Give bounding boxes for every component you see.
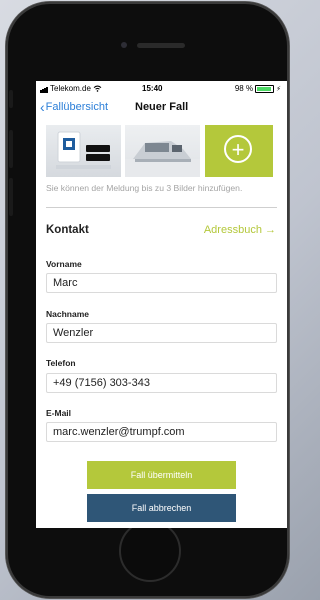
- email-field[interactable]: marc.wenzler@trumpf.com: [46, 422, 277, 442]
- firstname-label: Vorname: [46, 259, 82, 269]
- firstname-field[interactable]: Marc: [46, 273, 277, 293]
- back-button[interactable]: ‹ Fallübersicht: [40, 100, 108, 114]
- contact-section-title: Kontakt: [46, 224, 89, 236]
- photo-thumbnail-1[interactable]: [46, 125, 121, 177]
- photo-thumbnail-2[interactable]: [125, 125, 200, 177]
- status-bar: Telekom.de 15:40 98 % ⚡: [36, 81, 287, 97]
- wifi-icon: [93, 85, 102, 92]
- status-time: 15:40: [142, 84, 163, 93]
- phone-frame: Telekom.de 15:40 98 % ⚡ ‹ Fallübersicht …: [6, 2, 289, 598]
- charging-icon: ⚡: [276, 85, 281, 93]
- home-button[interactable]: [119, 520, 181, 582]
- lastname-field[interactable]: Wenzler: [46, 323, 277, 343]
- phone-field[interactable]: +49 (7156) 303-343: [46, 373, 277, 393]
- battery-percent: 98 %: [234, 84, 254, 93]
- battery-icon: [255, 84, 275, 93]
- machine-photo-image: [125, 141, 200, 177]
- photo-hint: Sie können der Meldung bis zu 3 Bilder h…: [46, 183, 243, 193]
- volume-up-button: [9, 130, 13, 168]
- app-store-image: [56, 131, 111, 169]
- cancel-case-button[interactable]: Fall abbrechen: [87, 494, 236, 522]
- address-book-link[interactable]: Adressbuch →: [204, 224, 276, 236]
- add-photo-button[interactable]: +: [205, 125, 273, 177]
- volume-down-button: [9, 178, 13, 216]
- app-screen: Telekom.de 15:40 98 % ⚡ ‹ Fallübersicht …: [36, 81, 287, 528]
- signal-icon: [40, 84, 48, 93]
- chevron-left-icon: ‹: [40, 99, 45, 115]
- lastname-label: Nachname: [46, 309, 89, 319]
- navigation-bar: ‹ Fallübersicht Neuer Fall: [36, 97, 287, 121]
- earpiece-speaker: [137, 43, 185, 48]
- front-camera: [121, 42, 127, 48]
- page-title: Neuer Fall: [135, 101, 189, 113]
- submit-case-button[interactable]: Fall übermitteln: [87, 461, 236, 489]
- back-label: Fallübersicht: [45, 101, 109, 113]
- phone-label: Telefon: [46, 358, 76, 368]
- section-divider: [46, 207, 277, 208]
- plus-circle-icon: +: [224, 135, 252, 163]
- email-label: E-Mail: [46, 408, 72, 418]
- mute-switch: [9, 90, 13, 108]
- carrier-label: Telekom.de: [50, 84, 91, 93]
